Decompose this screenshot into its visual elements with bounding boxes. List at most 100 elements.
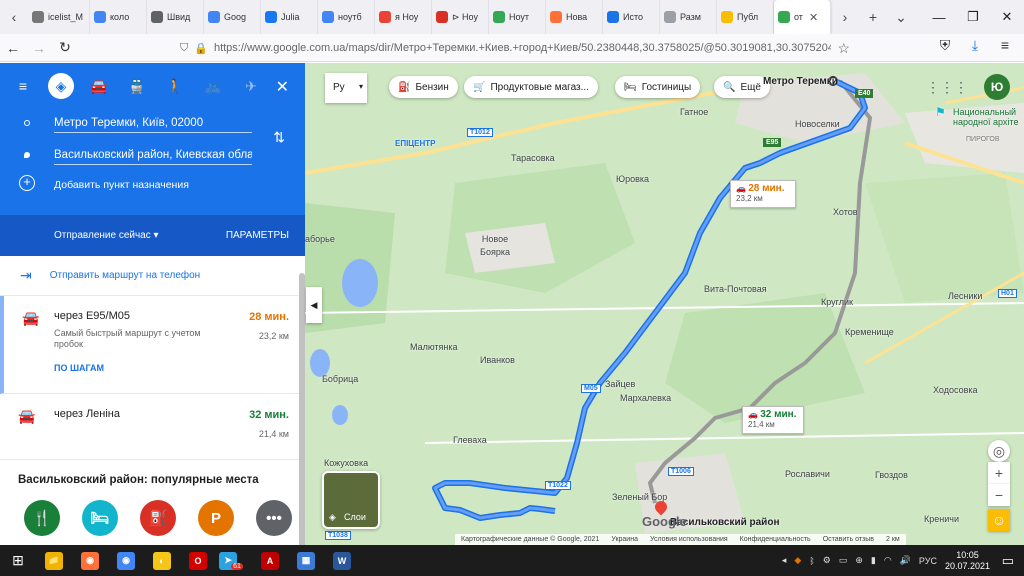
- origin-input[interactable]: Метро Теремки, Київ, 02000: [54, 117, 252, 133]
- restore-icon[interactable]: ❐: [956, 9, 990, 25]
- tray-icon[interactable]: ◆: [794, 555, 801, 566]
- shield-icon[interactable]: ⛉: [180, 42, 188, 55]
- browser-tab[interactable]: Разм: [660, 0, 717, 34]
- taskbar-app[interactable]: ◉: [72, 545, 108, 576]
- flight-icon[interactable]: ✈: [238, 73, 264, 99]
- url-text[interactable]: https://www.google.com.ua/maps/dir/Метро…: [214, 42, 831, 54]
- browser-tab[interactable]: Goog: [204, 0, 261, 34]
- browser-tab[interactable]: Исто: [603, 0, 660, 34]
- bluetooth-icon[interactable]: ᛒ: [809, 556, 814, 566]
- place-label[interactable]: Метро Теремки: [763, 76, 838, 87]
- departure-select[interactable]: Отправление сейчас ▾: [54, 230, 159, 241]
- close-directions-icon[interactable]: ✕: [276, 77, 289, 97]
- route-option[interactable]: 🚘 через Леніна 32 мин. 21,4 км: [0, 394, 305, 460]
- popular-category-button[interactable]: 🛏: [82, 500, 118, 536]
- clock[interactable]: 10:05 20.07.2021: [945, 550, 990, 572]
- reload-icon[interactable]: ↻: [52, 39, 78, 56]
- privacy-link[interactable]: Конфиденциальность: [740, 536, 811, 543]
- browser-tab[interactable]: Ноут: [489, 0, 546, 34]
- back-icon[interactable]: ←: [0, 40, 26, 56]
- popular-category-button[interactable]: 🍴: [24, 500, 60, 536]
- browser-tab[interactable]: Швид: [147, 0, 204, 34]
- new-tab-button[interactable]: +: [859, 9, 887, 25]
- chip-hotels[interactable]: 🛏 Гостиницы: [615, 76, 701, 98]
- close-tab-icon[interactable]: ✕: [809, 11, 818, 24]
- tray-icon[interactable]: ▭: [839, 555, 848, 566]
- place-label[interactable]: ЕПІЦЕНТР: [395, 139, 436, 148]
- taskbar-app[interactable]: ◉: [108, 545, 144, 576]
- map-canvas[interactable]: Ру ▾ ⛽ Бензин 🛒 Продуктовые магаз... 🛏 Гости…: [305, 63, 1024, 545]
- add-destination-label[interactable]: Добавить пункт назначения: [54, 179, 189, 191]
- forward-icon[interactable]: →: [26, 40, 52, 56]
- bookmark-star-icon[interactable]: ☆: [837, 40, 850, 57]
- wifi-icon[interactable]: ◠: [884, 555, 892, 566]
- battery-icon[interactable]: ▮: [871, 555, 876, 566]
- url-bar[interactable]: ⛉ 🔒 https://www.google.com.ua/maps/dir/М…: [176, 37, 850, 59]
- lock-icon[interactable]: 🔒: [194, 42, 208, 55]
- tab-list-back-icon[interactable]: ‹: [0, 9, 28, 25]
- my-location-icon[interactable]: ◎: [988, 440, 1010, 462]
- browser-tab[interactable]: icelist_M: [28, 0, 90, 34]
- tab-list-dropdown-icon[interactable]: ⌄: [887, 9, 915, 26]
- browser-tab[interactable]: ноутб: [318, 0, 375, 34]
- minimize-icon[interactable]: —: [922, 10, 956, 25]
- scale-label[interactable]: 2 км: [886, 536, 900, 543]
- route-option[interactable]: 🚘 через E95/M05 28 мин. 23,2 км Самый бы…: [0, 296, 305, 394]
- bike-icon[interactable]: 🚲: [200, 73, 226, 99]
- volume-icon[interactable]: 🔊: [900, 555, 911, 566]
- browser-tab[interactable]: ⊳ Ноу: [432, 0, 489, 34]
- footer-link[interactable]: Украина: [611, 536, 638, 543]
- layers-toggle[interactable]: ◈ Слои: [322, 471, 380, 529]
- add-destination-icon[interactable]: +: [19, 175, 35, 191]
- route-callout-fast[interactable]: 🚗 28 мин. 23,2 км: [730, 180, 796, 208]
- pocket-icon[interactable]: ⛨: [932, 37, 958, 54]
- popular-category-button[interactable]: •••: [256, 500, 292, 536]
- transit-icon[interactable]: 🚆: [124, 73, 150, 99]
- zoom-in-button[interactable]: +: [988, 462, 1010, 484]
- tray-icon[interactable]: ⚙: [823, 555, 831, 566]
- panel-scrollbar[interactable]: [299, 273, 305, 545]
- network-icon[interactable]: ⊕: [855, 555, 863, 566]
- chip-groceries[interactable]: 🛒 Продуктовые магаз...: [464, 76, 598, 98]
- feedback-link[interactable]: Оставить отзыв: [823, 536, 874, 543]
- walk-icon[interactable]: 🚶: [162, 73, 188, 99]
- taskbar-app[interactable]: O: [180, 545, 216, 576]
- language-indicator[interactable]: РУС: [919, 556, 937, 566]
- taskbar-app[interactable]: ➤ 61: [216, 545, 252, 576]
- close-window-icon[interactable]: ✕: [990, 9, 1024, 25]
- steps-button[interactable]: ПО ШАГАМ: [54, 363, 289, 373]
- account-avatar[interactable]: Ю: [984, 74, 1010, 100]
- start-button[interactable]: ⊞: [0, 545, 36, 576]
- zoom-out-button[interactable]: −: [988, 484, 1010, 506]
- chip-more[interactable]: 🔍 Ещё: [714, 76, 770, 98]
- car-icon[interactable]: 🚘: [86, 73, 112, 99]
- browser-tab[interactable]: Julia: [261, 0, 318, 34]
- popular-category-button[interactable]: P: [198, 500, 234, 536]
- browser-tab[interactable]: Нова: [546, 0, 603, 34]
- options-button[interactable]: ПАРАМЕТРЫ: [226, 230, 289, 241]
- send-to-phone[interactable]: ⇥ Отправить маршрут на телефон: [0, 256, 305, 296]
- browser-tab[interactable]: я Ноу: [375, 0, 432, 34]
- taskbar-app[interactable]: 📁: [36, 545, 72, 576]
- taskbar-app[interactable]: A: [252, 545, 288, 576]
- destination-input[interactable]: Васильковский район, Киевская обла: [54, 149, 252, 165]
- taskbar-app[interactable]: ◐: [144, 545, 180, 576]
- route-callout-alt[interactable]: 🚗 32 мин. 21,4 км: [742, 406, 804, 434]
- place-label[interactable]: Национальный народної архіте: [953, 107, 1023, 127]
- popular-category-button[interactable]: ⛽: [140, 500, 176, 536]
- swap-icon[interactable]: ⇅: [273, 129, 285, 146]
- notification-icon[interactable]: ▭: [1002, 553, 1014, 569]
- download-icon[interactable]: ⤓: [962, 37, 988, 54]
- terms-link[interactable]: Условия использования: [650, 536, 728, 543]
- taskbar-app[interactable]: ▦: [288, 545, 324, 576]
- tray-arrow-icon[interactable]: ◂: [782, 555, 787, 566]
- menu-icon[interactable]: ≡: [10, 73, 36, 99]
- browser-tab[interactable]: Публ: [717, 0, 774, 34]
- google-apps-icon[interactable]: ⋮⋮⋮: [926, 79, 968, 96]
- browser-tab[interactable]: коло: [90, 0, 147, 34]
- tab-scroll-right-icon[interactable]: ›: [831, 9, 859, 25]
- best-route-icon[interactable]: ◈: [48, 73, 74, 99]
- browser-tab[interactable]: от ✕: [774, 0, 831, 34]
- taskbar-app[interactable]: W: [324, 545, 360, 576]
- language-select[interactable]: Ру ▾: [325, 73, 367, 103]
